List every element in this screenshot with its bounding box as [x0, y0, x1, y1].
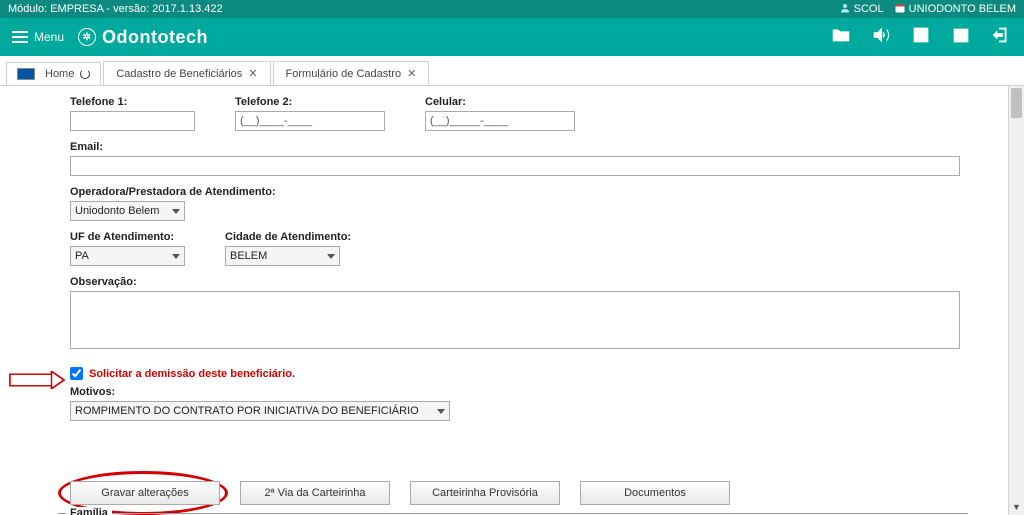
tab1-label: Cadastro de Beneficiários	[116, 68, 242, 80]
folder-icon[interactable]	[830, 24, 852, 51]
uf-label: UF de Atendimento:	[70, 231, 185, 243]
menu-button[interactable]: Menu	[12, 30, 64, 44]
module-version-text: Módulo: EMPRESA - versão: 2017.1.13.422	[8, 3, 223, 15]
celular-input[interactable]	[425, 111, 575, 131]
hamburger-icon	[12, 31, 28, 43]
content-area: Telefone 1: Telefone 2: Celular: Email: …	[0, 86, 1024, 515]
close-icon[interactable]: ✕	[248, 67, 257, 80]
cidade-value: BELEM	[230, 250, 267, 262]
tab-home[interactable]: Home	[6, 62, 101, 85]
status-bar: Módulo: EMPRESA - versão: 2017.1.13.422 …	[0, 0, 1024, 18]
operadora-select[interactable]: Uniodonto Belem	[70, 201, 185, 221]
header-bar: Menu ✲ Odontotech	[0, 18, 1024, 56]
telefone1-label: Telefone 1:	[70, 96, 195, 108]
chevron-down-icon	[172, 209, 180, 214]
app-logo: ✲ Odontotech	[78, 27, 208, 48]
user-badge-2[interactable]: UNIODONTO BELEM	[894, 2, 1016, 17]
cidade-select[interactable]: BELEM	[225, 246, 340, 266]
flag-icon	[17, 68, 35, 80]
sound-icon[interactable]	[870, 24, 892, 51]
user-badge-1[interactable]: SCOL	[839, 2, 884, 17]
close-icon[interactable]: ✕	[407, 67, 416, 80]
tab-formulario-cadastro[interactable]: Formulário de Cadastro ✕	[273, 61, 430, 85]
solicitar-demissao-label: Solicitar a demissão deste beneficiário.	[89, 368, 295, 380]
observacao-textarea[interactable]	[70, 291, 960, 349]
telefone2-label: Telefone 2:	[235, 96, 385, 108]
carteirinha-provisoria-button[interactable]: Carteirinha Provisória	[410, 481, 560, 505]
tab-cadastro-beneficiarios[interactable]: Cadastro de Beneficiários ✕	[103, 61, 270, 85]
observacao-label: Observação:	[70, 276, 960, 288]
scrollbar-thumb[interactable]	[1011, 88, 1022, 118]
header-toolbar	[830, 24, 1012, 51]
form-body: Telefone 1: Telefone 2: Celular: Email: …	[0, 86, 1008, 515]
motivos-select[interactable]: ROMPIMENTO DO CONTRATO POR INICIATIVA DO…	[70, 401, 450, 421]
chevron-down-icon	[437, 409, 445, 414]
logo-circle-icon: ✲	[78, 28, 96, 46]
vertical-scrollbar[interactable]: ▲ ▼	[1008, 86, 1024, 515]
cidade-label: Cidade de Atendimento:	[225, 231, 351, 243]
gravar-alteracoes-button[interactable]: Gravar alterações	[70, 481, 220, 505]
tab-strip: Home Cadastro de Beneficiários ✕ Formulá…	[0, 56, 1024, 86]
tab-home-label: Home	[45, 68, 74, 80]
status-bar-right: SCOL UNIODONTO BELEM	[839, 2, 1016, 17]
badge-icon	[894, 2, 906, 17]
calendar-icon[interactable]	[950, 24, 972, 51]
operadora-label: Operadora/Prestadora de Atendimento:	[70, 186, 276, 198]
refresh-icon[interactable]	[80, 69, 90, 79]
motivos-label: Motivos:	[70, 386, 958, 398]
user2-label: UNIODONTO BELEM	[909, 3, 1016, 15]
familia-legend: Família	[66, 507, 112, 515]
person-icon	[839, 2, 851, 17]
user1-label: SCOL	[854, 3, 884, 15]
scroll-down-arrow-icon[interactable]: ▼	[1009, 499, 1024, 515]
chevron-down-icon	[327, 254, 335, 259]
menu-label: Menu	[34, 30, 64, 44]
telefone2-input[interactable]	[235, 111, 385, 131]
news-icon[interactable]	[910, 24, 932, 51]
logout-icon[interactable]	[990, 24, 1012, 51]
email-input[interactable]	[70, 156, 960, 176]
operadora-value: Uniodonto Belem	[75, 205, 159, 217]
logo-text: Odontotech	[102, 27, 208, 48]
uf-value: PA	[75, 250, 89, 262]
email-label: Email:	[70, 141, 960, 153]
telefone1-input[interactable]	[70, 111, 195, 131]
solicitar-demissao-checkbox[interactable]	[70, 367, 83, 380]
celular-label: Celular:	[425, 96, 575, 108]
tab2-label: Formulário de Cadastro	[286, 68, 402, 80]
segunda-via-carteirinha-button[interactable]: 2ª Via da Carteirinha	[240, 481, 390, 505]
motivos-value: ROMPIMENTO DO CONTRATO POR INICIATIVA DO…	[75, 405, 419, 417]
uf-select[interactable]: PA	[70, 246, 185, 266]
documentos-button[interactable]: Documentos	[580, 481, 730, 505]
chevron-down-icon	[172, 254, 180, 259]
